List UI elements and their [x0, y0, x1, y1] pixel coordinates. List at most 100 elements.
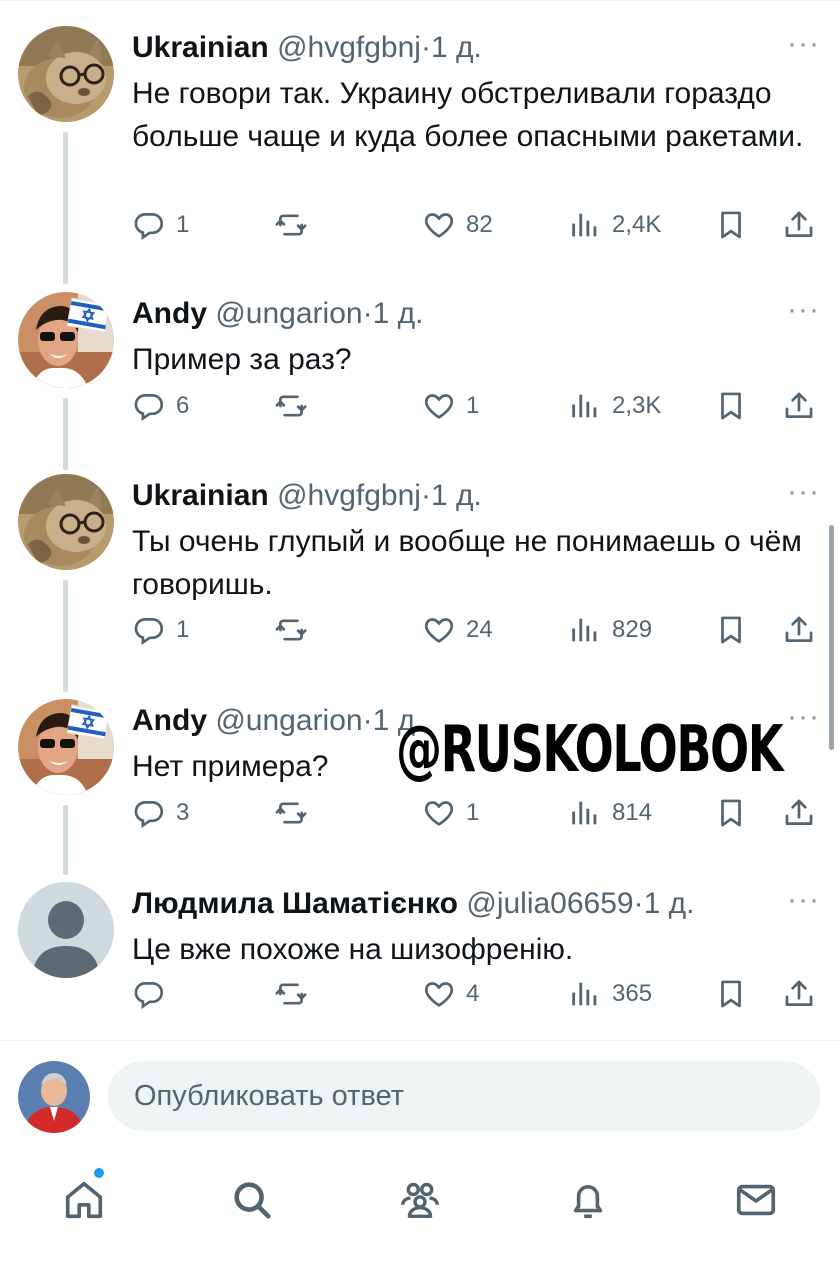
thread-line	[63, 398, 68, 470]
author-name[interactable]: Ukrainian	[132, 479, 269, 512]
home-icon	[65, 1181, 103, 1219]
reply-button[interactable]: 6	[132, 386, 189, 426]
heart-icon	[422, 208, 456, 242]
author-name[interactable]: Andy	[132, 704, 207, 737]
avatar[interactable]	[18, 882, 114, 978]
like-button[interactable]: 82	[422, 205, 493, 245]
nav-notifications[interactable]	[558, 1170, 618, 1230]
retweet-button[interactable]	[274, 793, 318, 833]
nav-search[interactable]	[222, 1170, 282, 1230]
like-button[interactable]: 1	[422, 386, 479, 426]
bookmark-button[interactable]	[714, 974, 748, 1014]
reply-count: 1	[176, 616, 190, 643]
share-button[interactable]	[782, 974, 816, 1014]
nav-communities[interactable]	[390, 1170, 450, 1230]
author-name[interactable]: Ukrainian	[132, 31, 269, 64]
avatar[interactable]	[18, 699, 114, 795]
reply-button[interactable]: 1	[132, 610, 189, 650]
separator: ·	[420, 479, 431, 512]
reply-button[interactable]	[132, 974, 176, 1014]
action-bar: 1 24 829	[132, 610, 822, 650]
reply-input[interactable]	[108, 1061, 820, 1131]
avatar[interactable]	[18, 1061, 90, 1133]
separator: ·	[633, 887, 644, 920]
timestamp[interactable]: 1 д.	[644, 887, 695, 920]
bookmark-icon	[714, 977, 748, 1011]
separator: ·	[362, 704, 373, 737]
nav-messages[interactable]	[726, 1170, 786, 1230]
retweet-button[interactable]	[274, 386, 318, 426]
author-handle[interactable]: @julia06659	[466, 887, 633, 920]
more-options-icon[interactable]: ···	[787, 882, 820, 918]
share-button[interactable]	[782, 793, 816, 833]
share-button[interactable]	[782, 610, 816, 650]
author-handle[interactable]: @hvgfgbnj	[277, 31, 421, 64]
bookmark-button[interactable]	[714, 610, 748, 650]
bookmark-button[interactable]	[714, 793, 748, 833]
more-options-icon[interactable]: ···	[787, 699, 820, 735]
views-button[interactable]: 365	[568, 974, 652, 1014]
author-handle[interactable]: @ungarion	[215, 704, 362, 737]
author-handle[interactable]: @hvgfgbnj	[277, 479, 421, 512]
reply-icon	[132, 613, 166, 647]
more-options-icon[interactable]: ···	[787, 26, 820, 62]
like-count: 24	[466, 616, 493, 643]
views-icon	[568, 208, 602, 242]
notification-dot	[94, 1168, 104, 1178]
heart-icon	[422, 977, 456, 1011]
share-button[interactable]	[782, 386, 816, 426]
author-handle[interactable]: @ungarion	[215, 297, 362, 330]
views-button[interactable]: 814	[568, 793, 652, 833]
retweet-icon	[274, 613, 308, 647]
view-count: 2,3K	[612, 392, 662, 419]
share-icon	[782, 389, 816, 423]
author-name[interactable]: Людмила Шаматієнко	[132, 887, 458, 920]
retweet-button[interactable]	[274, 974, 318, 1014]
timestamp[interactable]: 1 д.	[431, 479, 482, 512]
avatar[interactable]	[18, 474, 114, 570]
retweet-button[interactable]	[274, 610, 318, 650]
bookmark-icon	[714, 796, 748, 830]
share-icon	[782, 977, 816, 1011]
retweet-button[interactable]	[274, 205, 318, 245]
tweet-text: Не говори так. Украину обстреливали гора…	[132, 77, 804, 153]
retweet-icon	[274, 796, 308, 830]
share-icon	[782, 796, 816, 830]
bookmark-button[interactable]	[714, 386, 748, 426]
like-count: 4	[466, 980, 480, 1007]
bookmark-button[interactable]	[714, 205, 748, 245]
scrollbar[interactable]	[829, 525, 834, 750]
share-button[interactable]	[782, 205, 816, 245]
like-count: 1	[466, 392, 480, 419]
views-button[interactable]: 2,4K	[568, 205, 661, 245]
avatar[interactable]	[18, 292, 114, 388]
action-bar: 1 82 2,4K	[132, 205, 822, 245]
bookmark-icon	[714, 389, 748, 423]
like-button[interactable]: 24	[422, 610, 493, 650]
action-bar: 4 365	[132, 974, 822, 1014]
views-button[interactable]: 2,3K	[568, 386, 661, 426]
share-icon	[782, 613, 816, 647]
tweet-text: Це вже похоже на шизофренію.	[132, 933, 574, 966]
avatar[interactable]	[18, 26, 114, 122]
retweet-icon	[274, 389, 308, 423]
timestamp[interactable]: 1 д.	[373, 297, 424, 330]
reply-icon	[132, 389, 166, 423]
more-options-icon[interactable]: ···	[787, 474, 820, 510]
tweet-header: Ukrainian @hvgfgbnj·1 д.	[132, 476, 810, 516]
notifications-icon	[573, 1184, 603, 1219]
timestamp[interactable]: 1 д.	[431, 31, 482, 64]
reply-button[interactable]: 3	[132, 793, 189, 833]
like-button[interactable]: 1	[422, 793, 479, 833]
author-name[interactable]: Andy	[132, 297, 207, 330]
heart-icon	[422, 389, 456, 423]
nav-home[interactable]	[54, 1168, 114, 1230]
like-button[interactable]: 4	[422, 974, 479, 1014]
reply-composer	[0, 1040, 840, 1150]
tweet-text: Пример за раз?	[132, 343, 352, 376]
views-icon	[568, 796, 602, 830]
more-options-icon[interactable]: ···	[787, 292, 820, 328]
views-button[interactable]: 829	[568, 610, 652, 650]
reply-button[interactable]: 1	[132, 205, 189, 245]
action-bar: 6 1 2,3K	[132, 386, 822, 426]
